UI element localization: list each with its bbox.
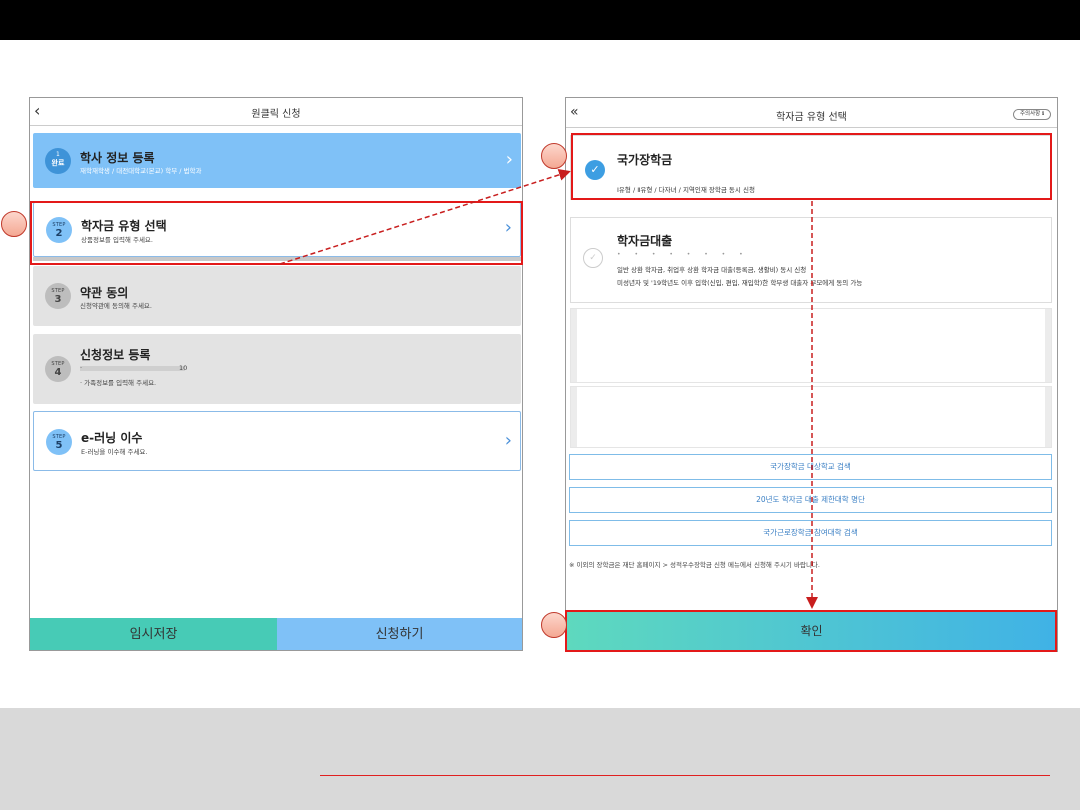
work-study-schools-button[interactable]: 국가근로장학금 참여대학 검색 [569,520,1052,546]
step-5-badge: STEP 5 [46,429,72,455]
step-1-badge: 1 완료 [45,148,71,174]
step-subtitle: 재학재학생 / 대전대학교(본교) 학부 / 법학과 [80,167,202,175]
step-subtitle: E-러닝을 이수해 주세요. [81,448,148,456]
left-header: ‹ 원클릭 신청 [30,98,522,126]
step-3-terms: STEP 3 약관 동의 신청약관에 동의해 주세요. [33,266,521,326]
blank-panel [570,308,1052,383]
bottom-divider [320,775,1050,776]
bottom-band [0,708,1080,810]
chevron-right-icon: › [504,430,512,451]
step-subtitle: 신청약관에 동의해 주세요. [80,302,152,310]
step-subtitle-1: · [80,364,83,372]
step-4-application-info: STEP 4 신청정보 등록 · 10 · 가족정보를 입력해 주세요. [33,334,521,404]
chevron-right-icon: › [505,149,513,170]
highlight-national-scholarship [571,133,1052,200]
option-title: 학자금대출 [617,234,673,248]
loan-restricted-list-button[interactable]: 20년도 학자금 대출 제한대학 명단 [569,487,1052,513]
top-black-bar [0,0,1080,40]
caution-button[interactable]: 주의사항 ℹ [1013,109,1051,120]
apply-button[interactable]: 신청하기 [277,618,522,650]
temp-save-button[interactable]: 임시저장 [30,618,277,650]
callout-marker [541,143,567,169]
step-1-academic-info[interactable]: 1 완료 학사 정보 등록 재학재학생 / 대전대학교(본교) 학부 / 법학과… [33,133,521,188]
blank-panel [570,386,1052,448]
highlight-confirm [565,610,1057,652]
search-scholarship-schools-button[interactable]: 국가장학금 대상학교 검색 [569,454,1052,480]
step-4-badge: STEP 4 [45,356,71,382]
callout-marker [1,211,27,237]
step-title: e-러닝 이수 [81,431,143,445]
step-title: 신청정보 등록 [80,348,151,362]
right-page-title: 학자금 유형 선택 [776,112,847,123]
option-desc-2: 미성년자 및 '19학년도 이후 입학(신입, 편입, 재입학)한 학부생 대출… [617,279,863,287]
one-click-apply-screen: ‹ 원클릭 신청 1 완료 학사 정보 등록 재학재학생 / 대전대학교(본교)… [29,97,523,651]
unchecked-circle-icon: ✓ [583,248,603,268]
step-5-elearning[interactable]: STEP 5 e-러닝 이수 E-러닝을 이수해 주세요. › [33,411,521,471]
step-subtitle-1b: 10 [179,364,188,372]
step-3-badge: STEP 3 [45,283,71,309]
left-page-title: 원클릭 신청 [251,109,301,120]
callout-marker [541,612,567,638]
option-desc-1: 일반 상환 학자금, 취업후 상환 학자금 대출(등록금, 생활비) 동시 신청 [617,266,807,274]
right-header: « 학자금 유형 선택 주의사항 ℹ [566,98,1057,128]
step-title: 학사 정보 등록 [80,151,155,165]
step-subtitle-2: · 가족정보를 입력해 주세요. [80,379,157,387]
highlight-step-2 [30,201,523,265]
note-text: ※ 이외의 장학금은 재단 홈페이지 > 성적우수장학금 신청 메뉴에서 신청해… [569,561,820,569]
option-student-loan[interactable]: ✓ 학자금대출 • • • • • • • • 일반 상환 학자금, 취업후 상… [570,217,1052,303]
redacted-text [80,366,185,371]
step-title: 약관 동의 [80,286,129,300]
redacted-dots: • • • • • • • • [617,251,749,258]
